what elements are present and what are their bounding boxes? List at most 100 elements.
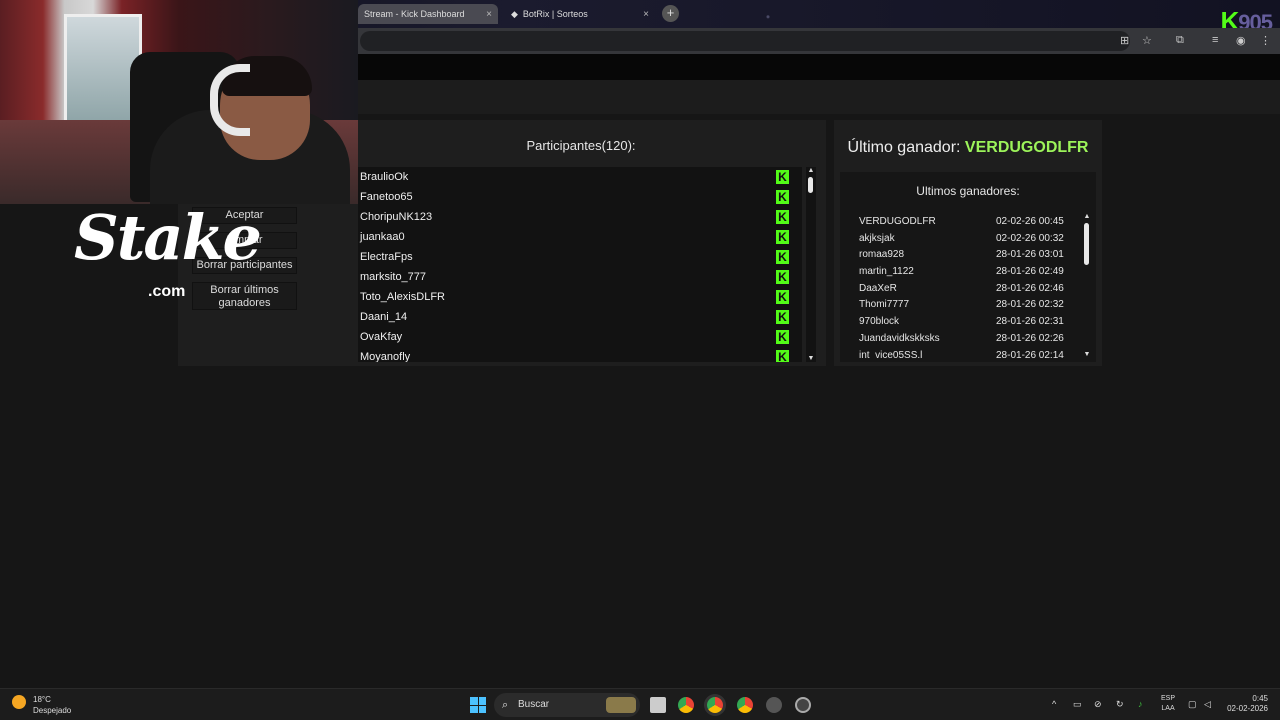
profile-icon[interactable]: ◉: [1236, 34, 1246, 47]
winner-row: DaaXeR 28-01-26 02:46: [859, 281, 1081, 298]
winner-name: martin_1122: [859, 266, 914, 278]
sun-icon: [12, 695, 26, 709]
tab-botrix-sorteos[interactable]: ◆ BotRix | Sorteos ×: [505, 4, 655, 24]
participants-title: Participantes(120):: [526, 138, 636, 153]
file-explorer-icon[interactable]: [650, 697, 666, 713]
search-highlight-icon[interactable]: [606, 697, 636, 713]
winner-name: Thomi7777: [859, 299, 910, 311]
participant-name: ChoripuNK123: [360, 211, 433, 223]
extensions-icon[interactable]: ⧉: [1176, 34, 1184, 47]
participants-scrollbar[interactable]: ▲ ▼: [806, 167, 816, 362]
kick-badge-icon: K: [776, 250, 789, 264]
scroll-thumb[interactable]: [1084, 223, 1089, 265]
kick-badge-icon: K: [776, 310, 789, 324]
participant-name: marksito_777: [360, 271, 427, 283]
language-indicator[interactable]: ESP LAA: [1161, 694, 1175, 714]
clock-date: 02-02-2026: [1227, 704, 1268, 713]
kick-badge-icon: K: [776, 190, 789, 204]
keyboard-layout: LAA: [1161, 705, 1175, 712]
headphones-icon: [210, 64, 250, 136]
menu-icon[interactable]: ⋮: [1260, 34, 1271, 47]
chrome-profile-icon[interactable]: [737, 697, 753, 713]
participant-name: ElectraFps: [360, 251, 413, 263]
participant-name: OvaKfay: [360, 331, 403, 343]
winner-name: DaaXeR: [859, 282, 897, 294]
clock-time: 0:45: [1252, 694, 1268, 703]
microphone-icon[interactable]: ♪: [1138, 699, 1143, 709]
winner-row: 970block 28-01-26 02:31: [859, 314, 1081, 331]
translate-icon[interactable]: ⊞: [1120, 34, 1129, 47]
winner-name: 970block: [859, 316, 900, 328]
chevron-up-icon[interactable]: ^: [1052, 699, 1056, 709]
participant-row: Fanetoo65 K: [358, 187, 802, 207]
scroll-up-icon[interactable]: ▲: [1082, 213, 1092, 220]
winners-scrollbar[interactable]: ▲ ▼: [1082, 213, 1092, 358]
scroll-down-icon[interactable]: ▼: [806, 355, 816, 362]
winner-date: 28-01-26 03:01: [996, 249, 1064, 261]
volume-icon[interactable]: ◁: [1204, 699, 1211, 710]
windows-taskbar: 18°C Despejado ⌕ Buscar ^ ▭ ⊘ ↻ ♪ ESP LA…: [0, 688, 1280, 720]
winner-name: romaa928: [859, 249, 905, 261]
scroll-up-icon[interactable]: ▲: [806, 167, 816, 174]
chrome-active-icon[interactable]: [707, 697, 723, 713]
winner-row: romaa928 28-01-26 03:01: [859, 247, 1081, 264]
participant-name: Fanetoo65: [360, 191, 413, 203]
weather-temp: 18°C: [33, 695, 51, 704]
winner-name: Juandavidkskksks: [859, 332, 940, 344]
participant-row: ChoripuNK123 K: [358, 207, 802, 227]
close-tab-icon[interactable]: ×: [643, 9, 649, 20]
winner-row: VERDUGODLFR 02-02-26 00:45: [859, 214, 1081, 231]
participant-row: marksito_777 K: [358, 267, 802, 287]
kick-badge-icon: K: [776, 330, 789, 344]
clear-winners-button[interactable]: Borrar últimos ganadores: [192, 282, 297, 310]
tray-sync-icon[interactable]: ↻: [1116, 699, 1124, 710]
scroll-thumb[interactable]: [808, 177, 813, 193]
participants-list[interactable]: BraulioOk K Fanetoo65 K ChoripuNK123 Kjuankaa…: [358, 167, 802, 362]
last-winner-label: Último ganador:: [847, 139, 961, 156]
winner-row: akjksjak 02-02-26 00:32: [859, 231, 1081, 248]
winners-list[interactable]: VERDUGODLFR 02-02-26 00:45 akjksjak 02-02-2…: [859, 214, 1081, 358]
winners-list-title: Ultimos ganadores:: [916, 184, 1020, 198]
participant-row: juankaa0 K: [358, 227, 802, 247]
winner-name: akjksjak: [859, 232, 895, 244]
stake-logo-domain: .com: [148, 283, 186, 300]
winner-date: 28-01-26 02:31: [996, 316, 1064, 328]
participant-row: Moyanofly K: [358, 347, 802, 362]
scroll-down-icon[interactable]: ▼: [1082, 351, 1092, 358]
participant-row: Toto_AlexisDLFR K: [358, 287, 802, 307]
close-tab-icon[interactable]: ×: [486, 9, 492, 20]
winner-date: 28-01-26 02:46: [996, 282, 1064, 294]
kick-badge-icon: K: [776, 350, 789, 362]
kick-badge-icon: K: [776, 230, 789, 244]
star-icon[interactable]: ☆: [1142, 34, 1152, 47]
tab-label: BotRix | Sorteos: [522, 9, 588, 19]
tab-label: Stream - Kick Dashboard: [364, 9, 465, 19]
media-icon[interactable]: ≡: [1212, 34, 1218, 46]
winner-row: martin_1122 28-01-26 02:49: [859, 264, 1081, 281]
system-clock[interactable]: 0:45 02-02-2026: [1226, 694, 1268, 714]
participant-name: Toto_AlexisDLFR: [360, 291, 445, 303]
network-icon[interactable]: ▢: [1188, 699, 1197, 710]
chrome-icon[interactable]: [678, 697, 694, 713]
participant-name: BraulioOk: [360, 171, 409, 183]
kick-badge-icon: K: [776, 170, 789, 184]
winner-row: Thomi7777 28-01-26 02:32: [859, 297, 1081, 314]
kick-badge-icon: K: [776, 210, 789, 224]
kick-badge-icon: K: [776, 290, 789, 304]
webcam-overlay: [0, 0, 358, 204]
winner-name: int_vice05SS.l: [859, 349, 923, 359]
winner-row: Juandavidkskksks 28-01-26 02:26: [859, 331, 1081, 348]
obs-icon[interactable]: [795, 697, 811, 713]
omnibox[interactable]: [360, 31, 1130, 51]
tray-eye-icon[interactable]: ⊘: [1094, 699, 1102, 710]
stake-logo: Stake: [74, 201, 262, 274]
media-player-icon[interactable]: [766, 697, 782, 713]
participant-row: OvaKfay K: [358, 327, 802, 347]
windows-start-icon[interactable]: [470, 697, 486, 713]
last-winner-name: VERDUGODLFR: [964, 139, 1089, 156]
tab-kick-dashboard[interactable]: Stream - Kick Dashboard ×: [358, 4, 498, 24]
participant-name: Daani_14: [360, 311, 408, 323]
winner-date: 02-02-26 00:45: [996, 216, 1064, 227]
new-tab-button[interactable]: +: [662, 5, 679, 22]
tray-app-icon[interactable]: ▭: [1073, 699, 1082, 710]
